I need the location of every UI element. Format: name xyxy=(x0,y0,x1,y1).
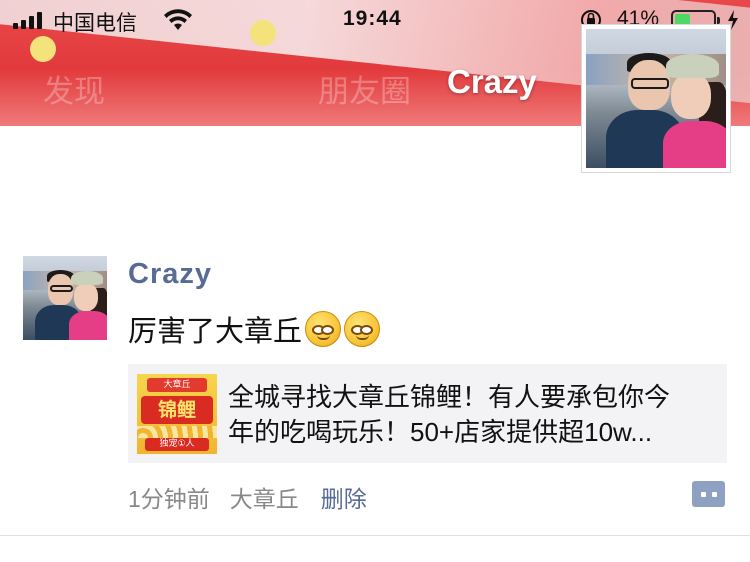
comment-dot-icon xyxy=(711,491,717,497)
link-title: 全城寻找大章丘锦鲤！有人要承包你今 年的吃喝玩乐！50+店家提供超10w... xyxy=(228,380,716,450)
comment-menu-button[interactable] xyxy=(692,481,725,507)
avatar-photo xyxy=(586,29,726,168)
grin-face-emoji-icon xyxy=(305,311,342,347)
post-author-avatar[interactable] xyxy=(23,256,107,340)
carrier-label: 中国电信 xyxy=(53,12,137,35)
cover-user-name: Crazy xyxy=(447,63,537,100)
thumb-top-label: 大章丘 xyxy=(147,378,207,392)
avatar-photo xyxy=(23,256,107,340)
post-text: 厉害了大章丘 xyxy=(128,316,303,348)
wifi-icon xyxy=(164,9,192,30)
post-time: 1分钟前 xyxy=(128,486,210,512)
post-meta: 1分钟前 大章丘 删除 xyxy=(128,480,367,514)
post-location[interactable]: 大章丘 xyxy=(230,480,299,514)
grin-face-emoji-icon xyxy=(344,311,381,347)
post-author-name[interactable]: Crazy xyxy=(128,258,212,291)
delete-button[interactable]: 删除 xyxy=(321,480,367,514)
link-title-line: 年的吃喝玩乐！50+店家提供超10w... xyxy=(228,417,653,447)
comment-dot-icon xyxy=(700,491,706,497)
link-thumbnail: 大章丘 锦鲤 独宠①人 xyxy=(137,374,217,454)
post-content: 厉害了大章丘 xyxy=(128,308,381,350)
thumb-bottom-label: 独宠①人 xyxy=(145,438,209,451)
nav-back-discover[interactable]: 发现 xyxy=(43,66,105,111)
shared-link-card[interactable]: 大章丘 锦鲤 独宠①人 全城寻找大章丘锦鲤！有人要承包你今 年的吃喝玩乐！50+… xyxy=(128,364,727,463)
profile-avatar[interactable] xyxy=(581,24,731,173)
nav-title: 朋友圈 xyxy=(318,74,411,109)
status-time: 19:44 xyxy=(343,7,402,30)
post-divider xyxy=(0,535,750,536)
thumb-main-label: 锦鲤 xyxy=(141,396,213,424)
link-title-line: 全城寻找大章丘锦鲤！有人要承包你今 xyxy=(228,382,671,412)
signal-icon xyxy=(13,12,42,29)
thumb-wave-decoration xyxy=(137,426,217,438)
